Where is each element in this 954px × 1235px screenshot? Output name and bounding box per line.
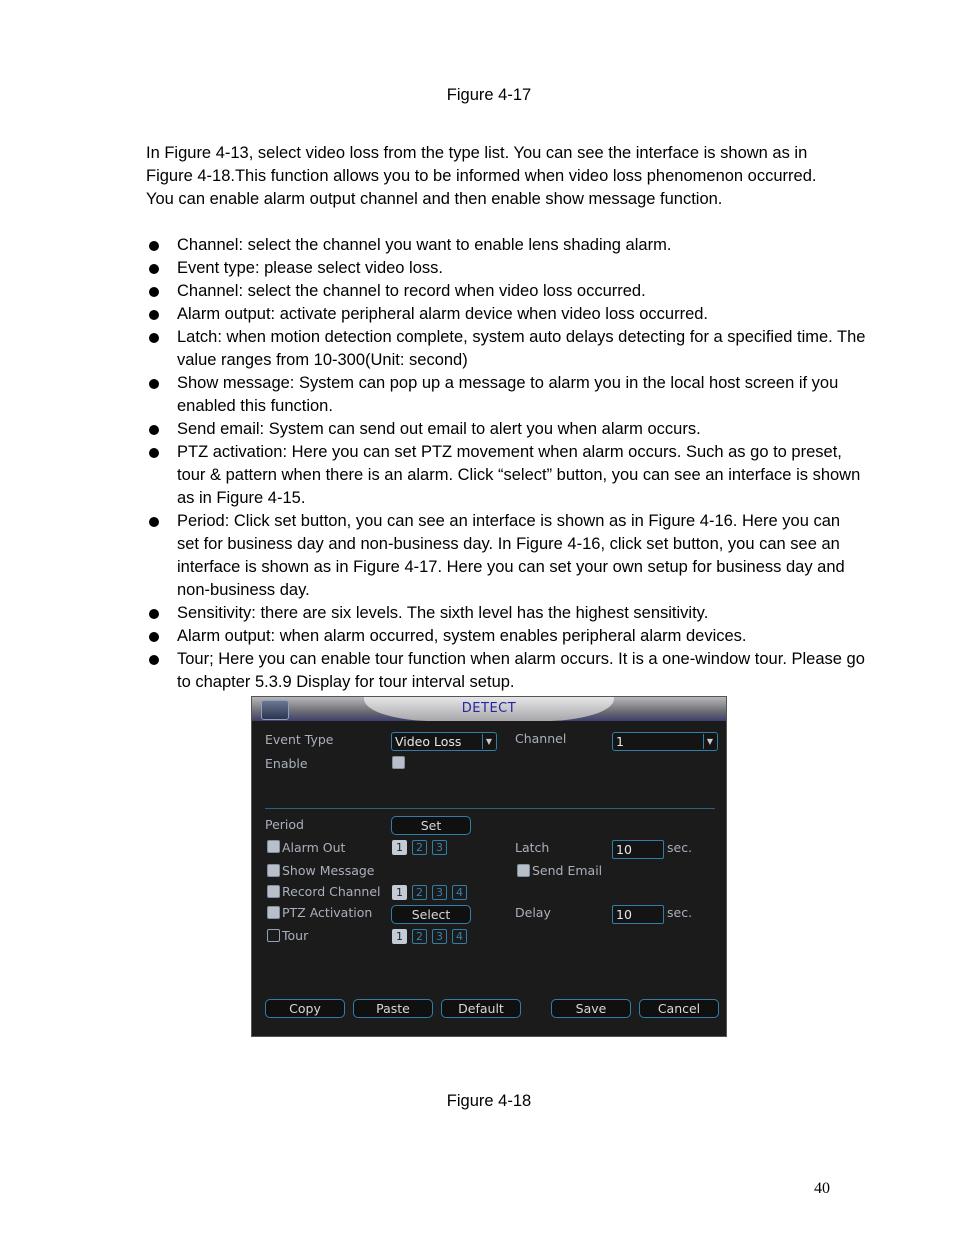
tour-channel-1[interactable]: 1 [392,929,407,944]
paste-button[interactable]: Paste [353,999,433,1018]
list-item: Event type: please select video loss. [146,257,866,280]
list-item: Period: Click set button, you can see an… [146,510,866,602]
record-channel-label: Record Channel [282,884,381,899]
ptz-activation-checkbox[interactable] [267,906,280,919]
list-item: Tour; Here you can enable tour function … [146,648,866,694]
alarm-out-channel-3[interactable]: 3 [432,840,447,855]
list-item: Sensitivity: there are six levels. The s… [146,602,866,625]
bullet-icon [149,655,159,665]
chevron-down-icon[interactable]: ▼ [482,734,495,749]
record-channel-1[interactable]: 1 [392,885,407,900]
send-email-checkbox[interactable] [517,864,530,877]
cancel-button[interactable]: Cancel [639,999,719,1018]
latch-label: Latch [515,840,550,855]
alarm-out-label: Alarm Out [282,840,346,855]
record-channel-3[interactable]: 3 [432,885,447,900]
bullet-icon [149,333,159,343]
list-item: Channel: select the channel you want to … [146,234,866,257]
default-button[interactable]: Default [441,999,521,1018]
page-number: 40 [814,1180,830,1197]
tour-channel-4[interactable]: 4 [452,929,467,944]
period-label: Period [265,817,304,832]
copy-button[interactable]: Copy [265,999,345,1018]
list-item: Show message: System can pop up a messag… [146,372,866,418]
list-item: Send email: System can send out email to… [146,418,866,441]
alarm-out-checkbox[interactable] [267,840,280,853]
record-channel-2[interactable]: 2 [412,885,427,900]
bullet-icon [149,609,159,619]
bullet-icon [149,379,159,389]
bullet-icon [149,448,159,458]
delay-unit: sec. [667,905,693,920]
bullet-icon [149,264,159,274]
latch-input[interactable]: 10 [612,840,664,859]
enable-checkbox[interactable] [392,756,405,769]
feature-list: Channel: select the channel you want to … [146,234,866,694]
record-channel-checkbox[interactable] [267,885,280,898]
tour-checkbox[interactable] [267,929,280,942]
dialog-title: DETECT [461,701,517,716]
send-email-label: Send Email [532,863,603,878]
ptz-select-button[interactable]: Select [391,905,471,924]
event-type-select[interactable]: Video Loss ▼ [391,732,497,751]
enable-label: Enable [265,756,308,771]
tour-channel-2[interactable]: 2 [412,929,427,944]
show-message-checkbox[interactable] [267,864,280,877]
bullet-icon [149,310,159,320]
app-icon [261,700,289,720]
list-item: PTZ activation: Here you can set PTZ mov… [146,441,866,510]
save-button[interactable]: Save [551,999,631,1018]
alarm-out-channel-1[interactable]: 1 [392,840,407,855]
channel-label: Channel [515,731,567,746]
record-channel-4[interactable]: 4 [452,885,467,900]
channel-select[interactable]: 1 ▼ [612,732,718,751]
list-item: Alarm output: activate peripheral alarm … [146,303,866,326]
event-type-label: Event Type [265,732,334,747]
dialog-title-bar: DETECT [252,697,726,721]
detect-dialog: DETECT Event Type Video Loss ▼ Channel 1… [251,696,727,1037]
delay-label: Delay [515,905,551,920]
period-set-button[interactable]: Set [391,816,471,835]
tour-channel-3[interactable]: 3 [432,929,447,944]
delay-input[interactable]: 10 [612,905,664,924]
tour-label: Tour [282,928,309,943]
chevron-down-icon[interactable]: ▼ [703,734,716,749]
figure-caption-4-18: Figure 4-18 [446,1092,532,1110]
alarm-out-channel-2[interactable]: 2 [412,840,427,855]
bullet-icon [149,632,159,642]
bullet-icon [149,241,159,251]
figure-caption-4-17: Figure 4-17 [446,86,532,104]
bullet-icon [149,425,159,435]
show-message-label: Show Message [282,863,375,878]
intro-paragraph: In Figure 4-13, select video loss from t… [146,144,817,208]
list-item: Alarm output: when alarm occurred, syste… [146,625,866,648]
ptz-activation-label: PTZ Activation [282,905,373,920]
list-item: Channel: select the channel to record wh… [146,280,866,303]
bullet-icon [149,287,159,297]
bullet-icon [149,517,159,527]
list-item: Latch: when motion detection complete, s… [146,326,866,372]
latch-unit: sec. [667,840,693,855]
section-divider [265,808,715,809]
